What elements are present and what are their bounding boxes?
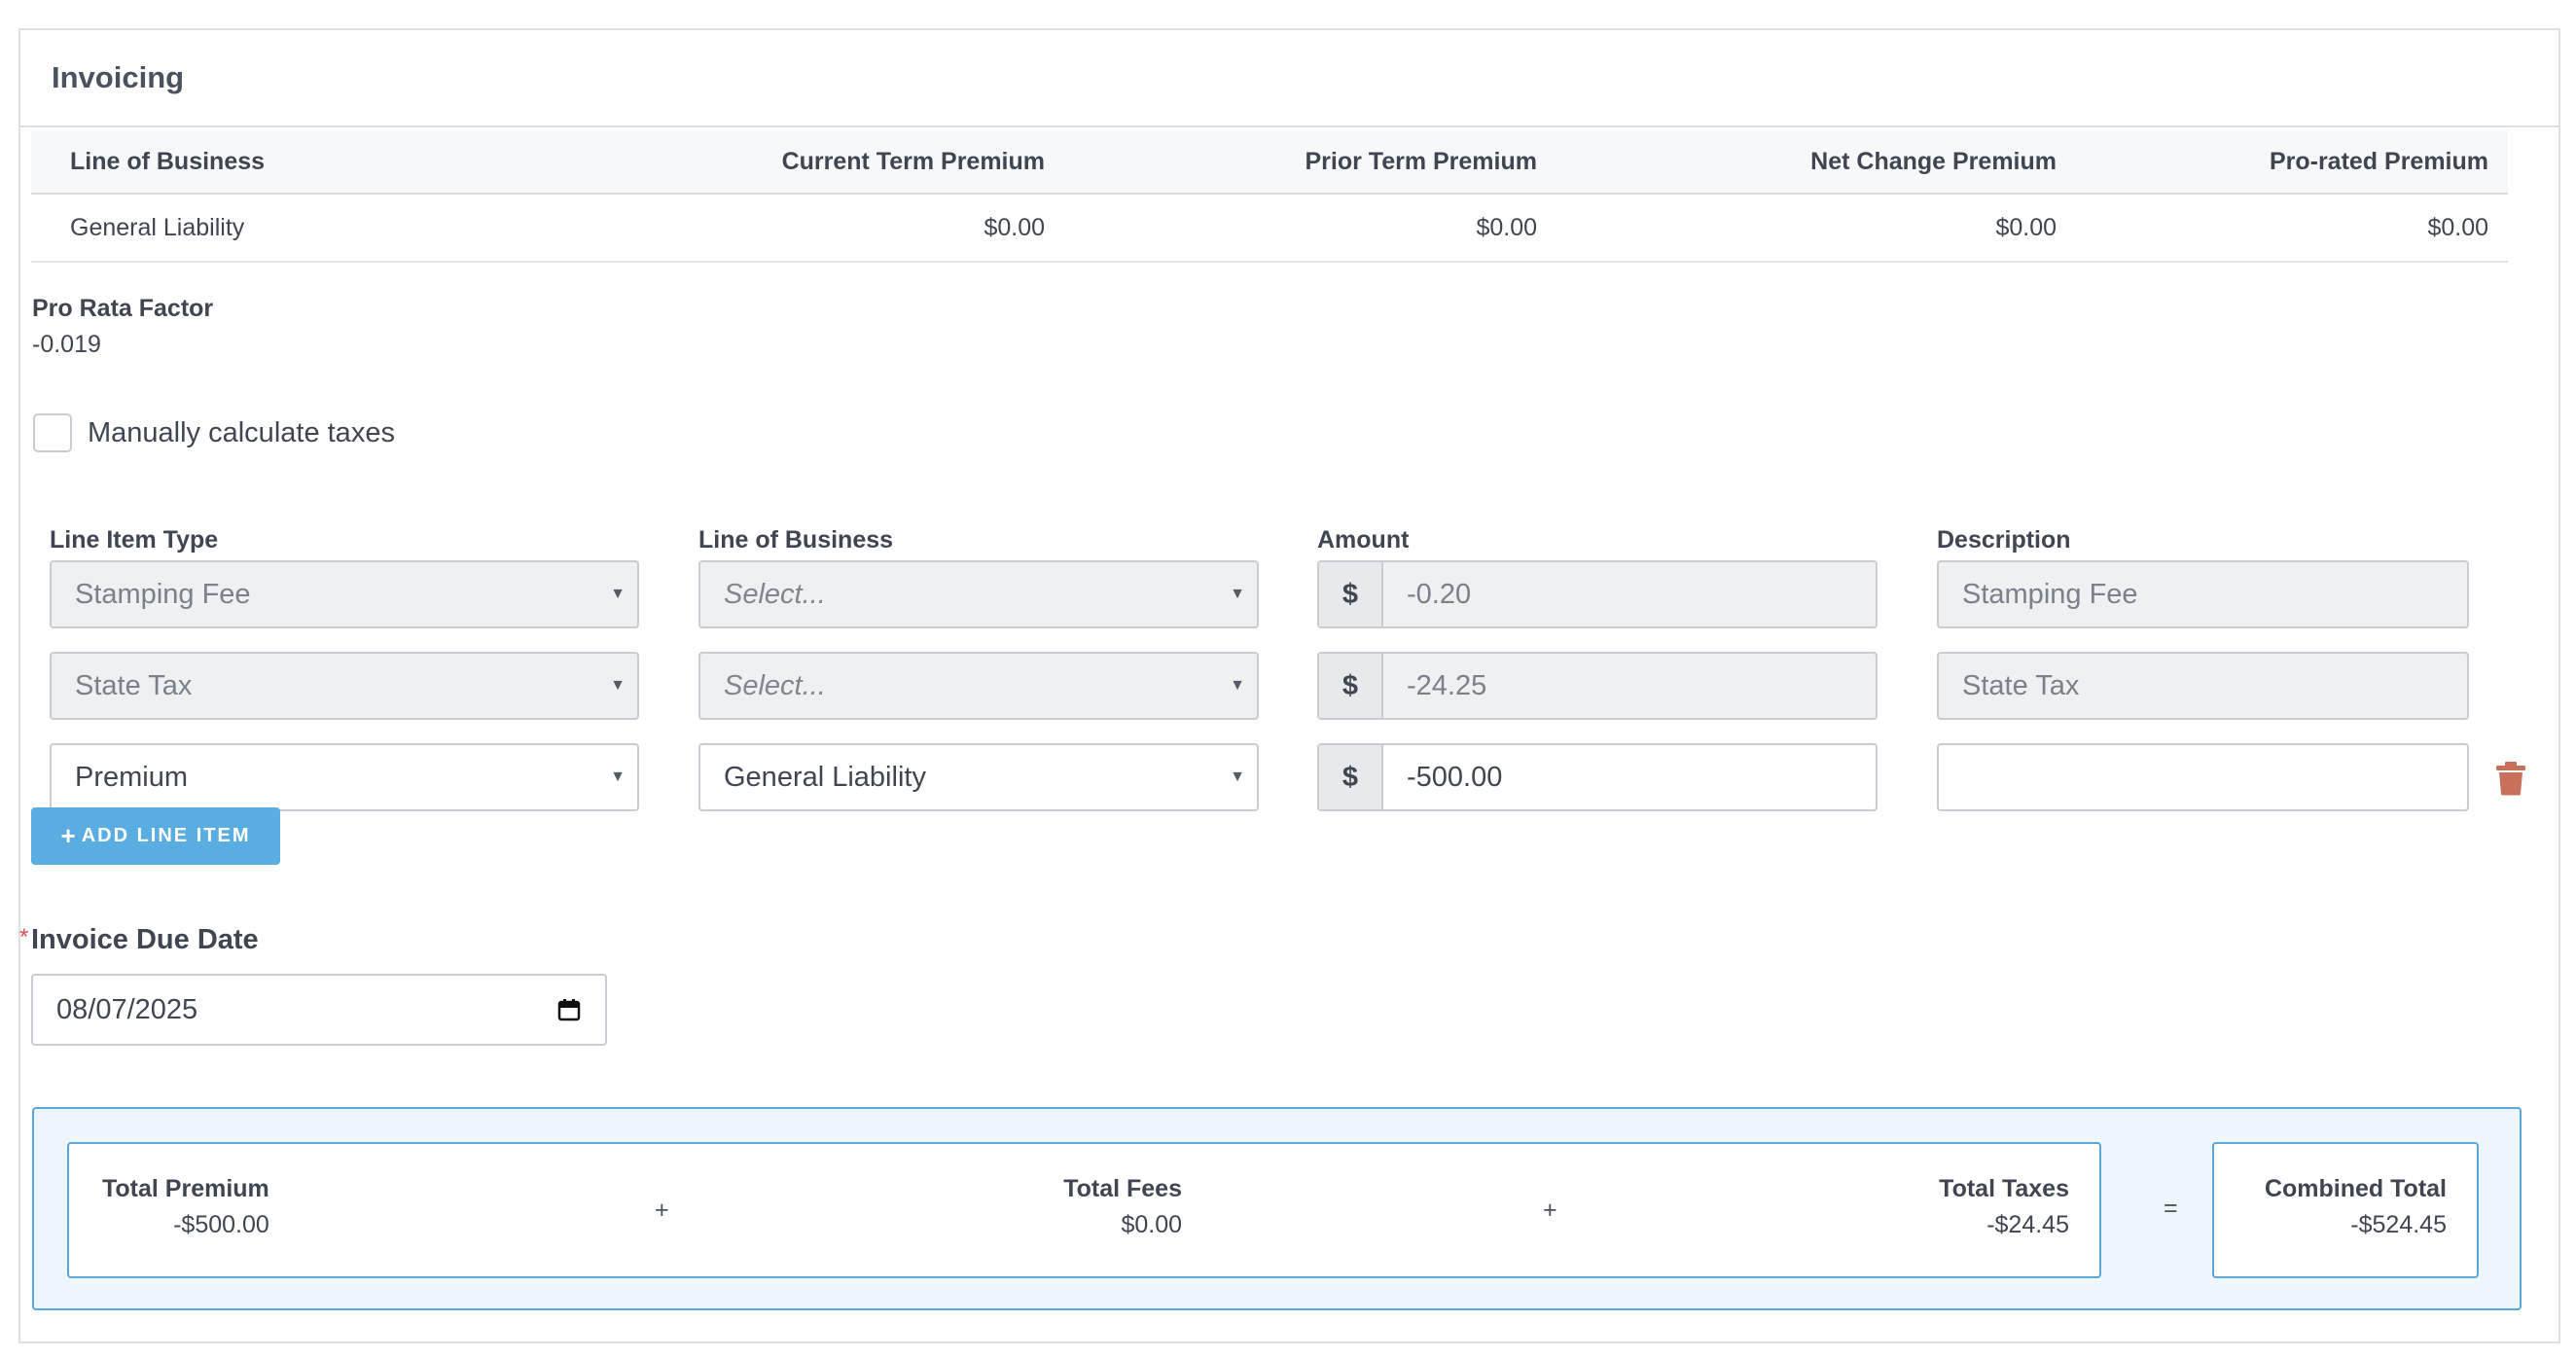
line-item-type-label: Line Item Type bbox=[50, 526, 219, 554]
line-item-amount-value: -0.20 bbox=[1407, 578, 1472, 610]
caret-down-icon: ▼ bbox=[1230, 586, 1245, 602]
line-item-description-input[interactable]: Stamping Fee bbox=[1937, 560, 2469, 628]
line-item-lob-value: Select... bbox=[724, 669, 826, 701]
cell-current-term-premium: $0.00 bbox=[984, 213, 1045, 241]
line-item-lob-value: Select... bbox=[724, 578, 826, 610]
total-fees-label: Total Fees bbox=[1063, 1175, 1182, 1202]
total-premium-value: -$500.00 bbox=[173, 1211, 269, 1238]
currency-prefix: $ bbox=[1319, 654, 1383, 718]
line-item-amount-input[interactable]: $ -0.20 bbox=[1317, 560, 1878, 628]
line-item-type-value: State Tax bbox=[75, 669, 193, 701]
col-header-line-of-business: Line of Business bbox=[70, 147, 266, 175]
total-fees: Total Fees $0.00 bbox=[1063, 1175, 1182, 1239]
currency-prefix: $ bbox=[1319, 745, 1383, 809]
pro-rata-factor-value: -0.019 bbox=[32, 331, 101, 358]
total-taxes-label: Total Taxes bbox=[1939, 1175, 2069, 1202]
line-item-description-value: State Tax bbox=[1962, 669, 2080, 701]
total-premium-label: Total Premium bbox=[102, 1175, 269, 1202]
add-line-item-label: ADD LINE ITEM bbox=[81, 825, 251, 846]
line-item-type-value: Premium bbox=[75, 761, 189, 793]
line-item-lob-select[interactable]: Select... ▼ bbox=[698, 560, 1259, 628]
combined-total-box: Combined Total -$524.45 bbox=[2212, 1142, 2479, 1278]
col-header-pro-rated-premium: Pro-rated Premium bbox=[2269, 147, 2488, 175]
manual-tax-toggle[interactable]: Manually calculate taxes bbox=[33, 413, 395, 452]
line-item-lob-label: Line of Business bbox=[698, 526, 894, 554]
cell-net-change-premium: $0.00 bbox=[1995, 213, 2057, 241]
line-item-type-select[interactable]: Premium ▼ bbox=[50, 743, 639, 811]
panel-header: Invoicing bbox=[20, 30, 2558, 127]
line-item-amount-label: Amount bbox=[1317, 526, 1410, 554]
manual-tax-checkbox[interactable] bbox=[33, 413, 72, 452]
currency-prefix: $ bbox=[1319, 562, 1383, 626]
caret-down-icon: ▼ bbox=[1230, 677, 1245, 694]
total-taxes: Total Taxes -$24.45 bbox=[1939, 1175, 2069, 1239]
col-header-prior-term-premium: Prior Term Premium bbox=[1305, 147, 1537, 175]
line-item-type-value: Stamping Fee bbox=[75, 578, 251, 610]
required-marker: * bbox=[19, 924, 29, 950]
table-row: General Liability $0.00 $0.00 $0.00 $0.0… bbox=[31, 195, 2508, 263]
invoice-due-date-input[interactable]: 08/07/2025 bbox=[31, 974, 607, 1046]
manual-tax-label[interactable]: Manually calculate taxes bbox=[88, 417, 395, 449]
line-item-description-value: Stamping Fee bbox=[1962, 578, 2138, 610]
line-item-lob-select[interactable]: Select... ▼ bbox=[698, 652, 1259, 720]
caret-down-icon: ▼ bbox=[1230, 768, 1245, 785]
calendar-icon[interactable] bbox=[556, 997, 582, 1022]
line-item-lob-select[interactable]: General Liability ▼ bbox=[698, 743, 1259, 811]
page-title: Invoicing bbox=[52, 60, 185, 94]
invoice-due-date-value: 08/07/2025 bbox=[56, 993, 198, 1025]
line-item-type-select[interactable]: Stamping Fee ▼ bbox=[50, 560, 639, 628]
line-item-lob-value: General Liability bbox=[724, 761, 926, 793]
plus-sign: + bbox=[655, 1197, 669, 1224]
col-header-current-term-premium: Current Term Premium bbox=[781, 147, 1045, 175]
plus-icon: + bbox=[60, 821, 76, 850]
caret-down-icon: ▼ bbox=[610, 586, 626, 602]
trash-icon[interactable] bbox=[2494, 761, 2527, 796]
caret-down-icon: ▼ bbox=[610, 768, 626, 785]
col-header-net-change-premium: Net Change Premium bbox=[1810, 147, 2057, 175]
line-item-description-input[interactable] bbox=[1937, 743, 2469, 811]
plus-sign: + bbox=[1543, 1197, 1557, 1224]
total-taxes-value: -$24.45 bbox=[1986, 1211, 2069, 1238]
pro-rata-factor-label: Pro Rata Factor bbox=[32, 295, 214, 322]
line-item-amount-value: -24.25 bbox=[1407, 669, 1487, 701]
equals-sign: = bbox=[2164, 1195, 2178, 1222]
invoice-due-date-label: Invoice Due Date bbox=[31, 924, 259, 955]
cell-line-of-business: General Liability bbox=[70, 213, 245, 241]
combined-total-value: -$524.45 bbox=[2350, 1211, 2447, 1238]
caret-down-icon: ▼ bbox=[610, 677, 626, 694]
line-item-type-select[interactable]: State Tax ▼ bbox=[50, 652, 639, 720]
line-item-amount-value: -500.00 bbox=[1407, 761, 1503, 793]
totals-summary: Total Premium -$500.00 + Total Fees $0.0… bbox=[32, 1107, 2522, 1310]
total-premium: Total Premium -$500.00 bbox=[102, 1175, 269, 1239]
cell-pro-rated-premium: $0.00 bbox=[2427, 213, 2488, 241]
total-fees-value: $0.00 bbox=[1121, 1211, 1182, 1238]
line-item-amount-input[interactable]: $ -500.00 bbox=[1317, 743, 1878, 811]
line-item-amount-input[interactable]: $ -24.25 bbox=[1317, 652, 1878, 720]
cell-prior-term-premium: $0.00 bbox=[1476, 213, 1537, 241]
combined-total-label: Combined Total bbox=[2264, 1175, 2447, 1202]
premium-table: Line of Business Current Term Premium Pr… bbox=[31, 130, 2508, 263]
table-header: Line of Business Current Term Premium Pr… bbox=[31, 130, 2508, 195]
totals-breakdown: Total Premium -$500.00 + Total Fees $0.0… bbox=[67, 1142, 2101, 1278]
line-item-description-input[interactable]: State Tax bbox=[1937, 652, 2469, 720]
combined-total: Combined Total -$524.45 bbox=[2265, 1175, 2447, 1239]
line-item-description-label: Description bbox=[1937, 526, 2071, 554]
add-line-item-button[interactable]: + ADD LINE ITEM bbox=[31, 807, 280, 865]
